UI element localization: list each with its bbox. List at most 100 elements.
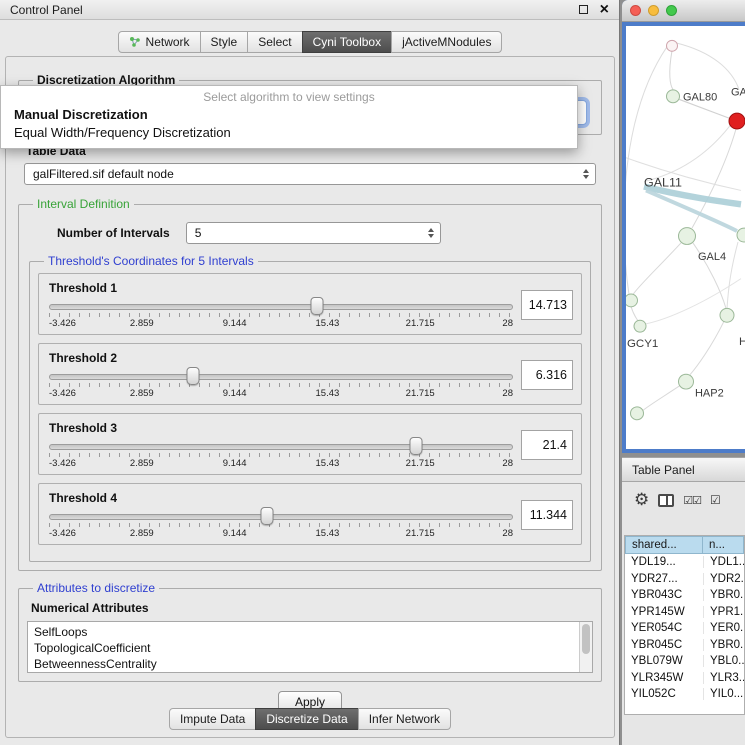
- table-row[interactable]: YBR043C YBR0...: [625, 587, 744, 604]
- threshold-value-field[interactable]: 14.713: [521, 290, 573, 320]
- attributes-group: Attributes to discretize Numerical Attri…: [18, 581, 602, 682]
- tab-discretize-data[interactable]: Discretize Data: [255, 708, 358, 730]
- network-node[interactable]: [667, 90, 680, 103]
- number-of-intervals-combobox[interactable]: 5: [186, 222, 441, 244]
- slider-track[interactable]: [49, 374, 513, 380]
- dropdown-option-equal-width-frequency[interactable]: Equal Width/Frequency Discretization: [1, 124, 577, 142]
- scrollbar-thumb[interactable]: [582, 624, 590, 654]
- slider-tick-label: 9.144: [223, 318, 247, 329]
- network-node[interactable]: [626, 294, 638, 307]
- network-node[interactable]: [631, 407, 644, 420]
- table-cell: YPR1...: [703, 606, 744, 618]
- close-traffic-light-icon[interactable]: [630, 5, 641, 16]
- table-row[interactable]: YBR045C YBR0...: [625, 637, 744, 654]
- slider-tick-label: 21.715: [406, 388, 435, 399]
- tab-label: Cyni Toolbox: [313, 35, 381, 49]
- control-panel-titlebar: Control Panel ×: [0, 0, 619, 20]
- threshold-panel-threshold-1: Threshold 1 -3.4262.8599.14415.4321.7152…: [38, 273, 582, 335]
- window-title: Control Panel: [10, 3, 579, 17]
- table-row[interactable]: YPR145W YPR1...: [625, 604, 744, 621]
- slider-tick-label: 15.43: [316, 458, 340, 469]
- table-cell: YLR3...: [703, 672, 744, 684]
- minimize-traffic-light-icon[interactable]: [648, 5, 659, 16]
- network-edge: [676, 43, 739, 90]
- list-scrollbar[interactable]: [579, 622, 592, 672]
- tab-infer-network[interactable]: Infer Network: [358, 708, 451, 730]
- table-row[interactable]: YIL052C YIL0...: [625, 686, 744, 703]
- threshold-slider[interactable]: -3.4262.8599.14415.4321.71528: [49, 514, 513, 540]
- table-cell: YBR0...: [703, 589, 744, 601]
- network-canvas[interactable]: GAL80GAL4HAP2GAGAL11GCY1H: [626, 26, 745, 449]
- tab-network[interactable]: Network: [118, 31, 201, 53]
- network-edge: [727, 242, 738, 308]
- select-all-checkboxes-icon[interactable]: ☑☑: [683, 495, 701, 506]
- network-node[interactable]: [634, 320, 646, 332]
- network-edge: [631, 306, 639, 322]
- threshold-slider[interactable]: -3.4262.8599.14415.4321.71528: [49, 374, 513, 400]
- table-cell: YBL0...: [703, 655, 744, 667]
- threshold-value-field[interactable]: 11.344: [521, 500, 573, 530]
- table-row[interactable]: YBL079W YBL0...: [625, 653, 744, 670]
- network-view-window: GAL80GAL4HAP2GAGAL11GCY1H: [622, 0, 745, 453]
- slider-thumb[interactable]: [409, 437, 422, 455]
- column-header-name[interactable]: n...: [703, 536, 744, 554]
- tab-cyni-toolbox[interactable]: Cyni Toolbox: [302, 31, 392, 53]
- attribute-list-item[interactable]: SelfLoops: [34, 624, 576, 640]
- table-cell: YLR345W: [625, 672, 703, 684]
- network-edge: [626, 47, 667, 295]
- float-window-icon[interactable]: [579, 5, 588, 14]
- network-node[interactable]: [737, 228, 745, 242]
- close-icon[interactable]: ×: [600, 2, 609, 18]
- column-header-shared-name[interactable]: shared...: [625, 536, 703, 554]
- table-row[interactable]: YDL19... YDL1...: [625, 554, 744, 571]
- tab-jactivemnodules[interactable]: jActiveMNodules: [391, 31, 502, 53]
- threshold-value-field[interactable]: 21.4: [521, 430, 573, 460]
- slider-track[interactable]: [49, 304, 513, 310]
- tab-select[interactable]: Select: [247, 31, 302, 53]
- table-columns-icon[interactable]: [658, 494, 674, 507]
- top-tab-bar: NetworkStyleSelect Cyni Toolbox jActiveMNo…: [0, 31, 620, 53]
- interval-definition-legend: Interval Definition: [33, 197, 134, 211]
- slider-thumb[interactable]: [310, 297, 323, 315]
- table-cell: YDR2...: [703, 573, 744, 585]
- table-data-combobox[interactable]: galFiltered.sif default node: [24, 163, 596, 185]
- network-node[interactable]: [667, 40, 678, 51]
- tab-impute-data[interactable]: Impute Data: [169, 708, 256, 730]
- network-graph[interactable]: GAL80GAL4HAP2GAGAL11GCY1H: [626, 26, 745, 449]
- threshold-slider[interactable]: -3.4262.8599.14415.4321.71528: [49, 304, 513, 330]
- table-row[interactable]: YER054C YER0...: [625, 620, 744, 637]
- threshold-label: Threshold 1: [49, 281, 513, 295]
- network-node[interactable]: [679, 228, 696, 245]
- slider-tick-labels: -3.4262.8599.14415.4321.71528: [49, 528, 513, 540]
- numerical-attributes-list[interactable]: SelfLoopsTopologicalCoefficientBetweenne…: [27, 621, 593, 673]
- table-panel-header[interactable]: Table Panel: [622, 457, 745, 482]
- network-node[interactable]: [720, 308, 734, 322]
- table-cell: YDL1...: [703, 556, 744, 568]
- threshold-value-field[interactable]: 6.316: [521, 360, 573, 390]
- checkbox-icon[interactable]: ☑: [710, 494, 721, 506]
- slider-tick-label: 2.859: [130, 388, 154, 399]
- interval-definition-group: Interval Definition Number of Intervals …: [18, 197, 602, 571]
- threshold-slider[interactable]: -3.4262.8599.14415.4321.71528: [49, 444, 513, 470]
- slider-track[interactable]: [49, 514, 513, 520]
- tab-style[interactable]: Style: [200, 31, 249, 53]
- attribute-list-item[interactable]: TopologicalCoefficient: [34, 640, 576, 656]
- slider-track[interactable]: [49, 444, 513, 450]
- slider-thumb[interactable]: [261, 507, 274, 525]
- table-row[interactable]: YDR27... YDR2...: [625, 571, 744, 588]
- slider-tick-label: 9.144: [223, 528, 247, 539]
- dropdown-option-manual-discretization[interactable]: Manual Discretization: [1, 106, 577, 124]
- table-panel-title: Table Panel: [632, 463, 695, 477]
- numerical-attributes-label: Numerical Attributes: [31, 601, 593, 615]
- slider-tick-label: 2.859: [130, 528, 154, 539]
- zoom-traffic-light-icon[interactable]: [666, 5, 677, 16]
- network-node[interactable]: [729, 113, 745, 129]
- slider-tickmarks: [49, 383, 513, 387]
- table-row[interactable]: YLR345W YLR3...: [625, 670, 744, 687]
- gear-icon[interactable]: ⚙: [634, 492, 649, 509]
- attribute-list-item[interactable]: BetweennessCentrality: [34, 656, 576, 672]
- attribute-items: SelfLoopsTopologicalCoefficientBetweenne…: [34, 624, 576, 672]
- network-node[interactable]: [679, 374, 694, 389]
- slider-tick-label: -3.426: [49, 388, 76, 399]
- slider-thumb[interactable]: [186, 367, 199, 385]
